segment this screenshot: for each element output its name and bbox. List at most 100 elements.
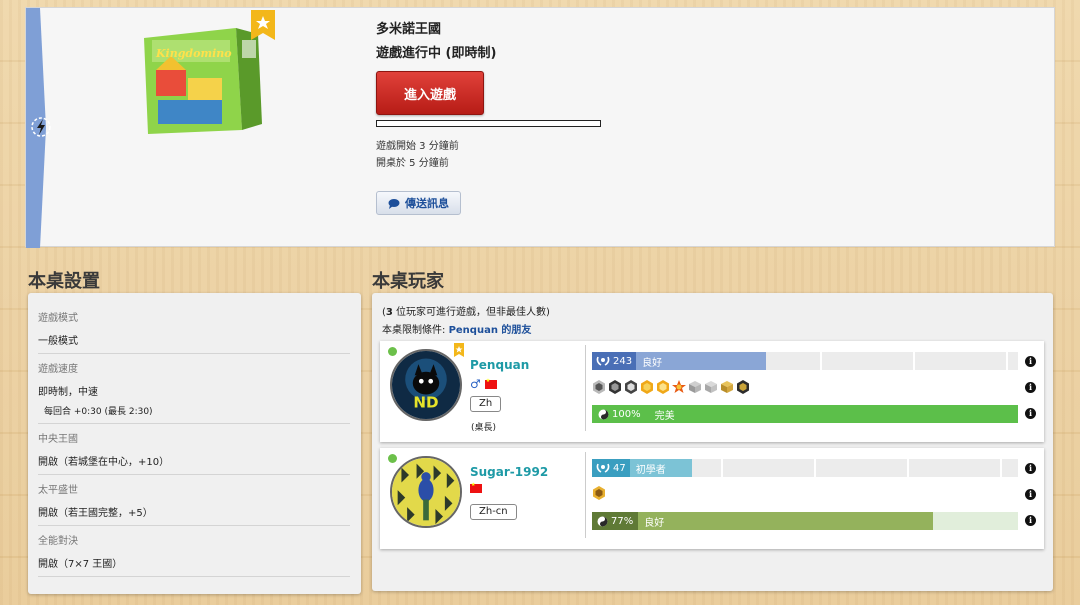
elo-row: 243 良好: [592, 352, 1018, 370]
host-label: (桌長): [471, 423, 497, 433]
game-progress-bar: [376, 120, 601, 127]
game-started-time: 遊戲開始 3 分鐘前: [376, 141, 459, 152]
achievement-icon[interactable]: [608, 380, 622, 394]
china-flag-icon: [470, 482, 482, 493]
elo-badge: 47: [592, 459, 630, 477]
reliability-bar-track: 77% 良好: [592, 512, 1018, 530]
setting-value: 開啟（7×7 王國）: [38, 559, 123, 570]
reliability-bar-track: 100% 完美: [592, 405, 1018, 423]
reliability-bar-fill: 77% 良好: [592, 512, 933, 530]
game-summary-panel: Kingdomino 多米諾王國 遊戲進行中 (即時制) 進入遊戲 遊戲開始 3…: [25, 7, 1055, 248]
reliability-value: 77%: [611, 515, 634, 527]
enter-game-button[interactable]: 進入遊戲: [376, 71, 484, 115]
laurel-icon: [596, 356, 610, 366]
china-flag-icon: [484, 378, 497, 389]
player-card-penquan: ND Penquan ♂ Zh (桌長) 243 良好 i: [380, 341, 1044, 442]
table-restriction: 本桌限制條件: Penquan 的朋友: [382, 321, 531, 336]
player-card-sugar-1992: Sugar-1992 Zh-cn 47 初學者 i i: [380, 448, 1044, 549]
elo-badge: 243: [592, 352, 637, 370]
elo-info-icon[interactable]: i: [1025, 356, 1036, 367]
online-status-icon: [388, 454, 397, 463]
setting-name: 太平盛世: [38, 485, 78, 496]
table-settings-panel: 遊戲模式 一般模式 遊戲速度 即時制，中速 每回合 +0:30 (最長 2:30…: [28, 293, 361, 594]
achievements-info-icon[interactable]: i: [1025, 382, 1036, 393]
note-count: 3: [385, 307, 393, 318]
reliability-badge: 77%: [592, 512, 639, 530]
elo-bar-track: 初學者: [629, 459, 1018, 477]
avatar[interactable]: [390, 456, 462, 528]
setting-name: 遊戲速度: [38, 364, 78, 375]
language-badge: Zh-cn: [470, 504, 517, 520]
player-name[interactable]: Penquan: [470, 358, 529, 372]
achievement-icon[interactable]: [704, 380, 718, 394]
players-heading: 本桌玩家: [372, 271, 444, 292]
reliability-info-icon[interactable]: i: [1025, 408, 1036, 419]
svg-text:ND: ND: [413, 394, 438, 412]
avatar[interactable]: ND: [390, 349, 462, 421]
achievement-icon[interactable]: [720, 380, 734, 394]
restriction-value[interactable]: Penquan 的朋友: [449, 325, 532, 336]
player-flags: ♂: [470, 378, 497, 390]
reliability-label: 良好: [644, 517, 665, 529]
online-status-icon: [388, 347, 397, 356]
achievement-icon[interactable]: [656, 380, 670, 394]
box-art-title: Kingdomino: [155, 47, 232, 60]
player-name[interactable]: Sugar-1992: [470, 465, 548, 479]
divider: [585, 452, 586, 538]
laurel-icon: [596, 463, 610, 473]
divider: [585, 345, 586, 431]
table-opened-time: 開桌於 5 分鐘前: [376, 158, 449, 169]
setting-mighty-duel: 全能對決 開啟（7×7 王國）: [38, 526, 350, 577]
achievement-icon[interactable]: [672, 380, 686, 394]
achievement-list: [592, 380, 750, 394]
setting-game-speed: 遊戲速度 即時制，中速 每回合 +0:30 (最長 2:30): [38, 354, 350, 424]
host-star-icon: [454, 343, 464, 357]
note-text: 位玩家可進行遊戲，但非最佳人數): [392, 307, 550, 318]
language-badge: Zh: [470, 396, 502, 412]
restriction-label: 本桌限制條件:: [382, 325, 449, 336]
setting-value: 開啟（若城堡在中心，+10）: [38, 457, 170, 468]
achievement-icon[interactable]: [624, 380, 638, 394]
reliability-bar-fill: 100% 完美: [592, 405, 1018, 423]
elo-bar-fill: 良好: [636, 352, 766, 370]
elo-bar-fill: 初學者: [629, 459, 692, 477]
setting-game-mode: 遊戲模式 一般模式: [38, 303, 350, 354]
achievement-list: [592, 486, 606, 500]
game-title: 多米諾王國: [376, 22, 442, 37]
setting-middle-kingdom: 中央王國 開啟（若城堡在中心，+10）: [38, 424, 350, 475]
elo-level-label: 初學者: [635, 464, 666, 476]
players-count-note: (3 位玩家可進行遊戲，但非最佳人數): [382, 303, 550, 318]
realtime-speed-icon: [31, 117, 51, 137]
achievements-info-icon[interactable]: i: [1025, 489, 1036, 500]
elo-value: 243: [613, 355, 633, 367]
elo-value: 47: [613, 462, 626, 474]
male-icon: ♂: [470, 377, 481, 391]
achievement-icon[interactable]: [592, 380, 606, 394]
setting-name: 全能對決: [38, 536, 78, 547]
setting-name: 遊戲模式: [38, 313, 78, 324]
yin-yang-icon: [597, 516, 608, 526]
send-message-label: 傳送訊息: [405, 197, 449, 210]
settings-heading: 本桌設置: [28, 271, 100, 292]
setting-name: 中央王國: [38, 434, 78, 445]
reliability-row: 100% 完美: [592, 405, 1018, 423]
achievement-icon[interactable]: [736, 380, 750, 394]
send-message-button[interactable]: 傳送訊息: [376, 191, 461, 215]
chat-bubble-icon: [388, 198, 400, 209]
reliability-label: 完美: [654, 410, 675, 422]
achievement-icon[interactable]: [688, 380, 702, 394]
elo-bar-track: 良好: [636, 352, 1018, 370]
reliability-info-icon[interactable]: i: [1025, 515, 1036, 526]
setting-value: 即時制，中速: [38, 387, 98, 398]
setting-subvalue: 每回合 +0:30 (最長 2:30): [44, 407, 153, 417]
setting-value: 一般模式: [38, 336, 78, 347]
achievement-icon[interactable]: [640, 380, 654, 394]
elo-info-icon[interactable]: i: [1025, 463, 1036, 474]
table-players-panel: (3 位玩家可進行遊戲，但非最佳人數) 本桌限制條件: Penquan 的朋友 …: [372, 293, 1053, 591]
player-flags: [470, 482, 482, 493]
elo-row: 47 初學者: [592, 459, 1018, 477]
favorite-star-icon[interactable]: [251, 10, 275, 40]
game-status: 遊戲進行中 (即時制): [376, 46, 497, 61]
game-box-image[interactable]: Kingdomino: [138, 20, 266, 138]
achievement-icon[interactable]: [592, 486, 606, 500]
